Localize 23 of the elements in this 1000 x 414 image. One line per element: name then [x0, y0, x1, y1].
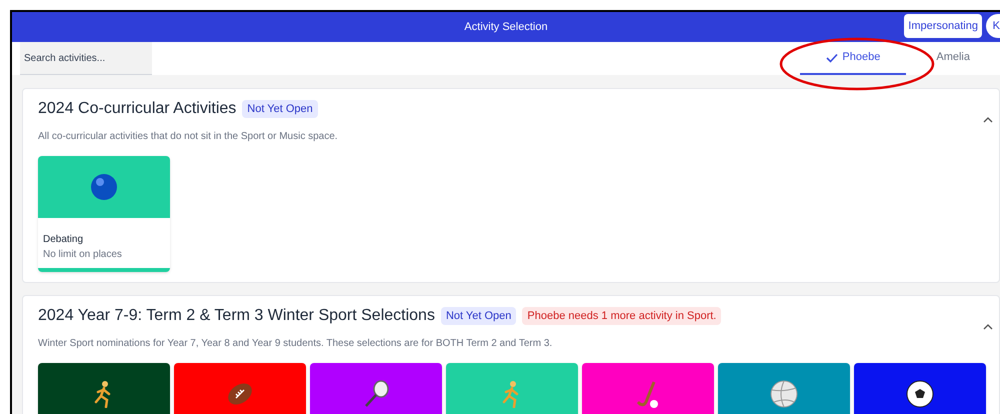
- collapse-icon[interactable]: [983, 324, 993, 330]
- search-field[interactable]: Search activities...: [20, 42, 152, 75]
- soccer-ball-icon: [906, 380, 934, 408]
- status-badge: Phoebe needs 1 more activity in Sport.: [522, 306, 722, 326]
- racket-icon: [362, 380, 390, 408]
- ball-icon: [90, 173, 118, 201]
- user-avatar[interactable]: K: [986, 14, 1000, 38]
- section-description: All co-curricular activities that do not sit in the Sport or Music space.: [38, 130, 339, 144]
- collapse-icon[interactable]: [983, 117, 993, 123]
- volleyball-icon: [770, 380, 798, 408]
- check-icon: [826, 52, 838, 62]
- activity-name: Debating: [43, 233, 84, 247]
- impersonating-button[interactable]: Impersonating: [904, 14, 982, 38]
- status-badge: Not Yet Open: [242, 100, 318, 118]
- section-title: 2024 Co-curricular Activities: [38, 99, 236, 119]
- status-badge: Not Yet Open: [440, 306, 516, 326]
- section-description: Winter Sport nominations for Year 7, Year 8 and Year 9 students. These selections are for BOTH Term 2 and Term 3.: [38, 337, 554, 351]
- window-title: Activity Selection: [464, 20, 548, 35]
- activity-banner[interactable]: [854, 363, 986, 414]
- activity-places: No limit on places: [43, 248, 123, 262]
- activity-tile[interactable]: Debating No limit on places: [38, 156, 170, 272]
- section-title: 2024 Year 7-9: Term 2 & Term 3 Winter Sport Selections: [38, 306, 435, 326]
- person-tab[interactable]: Amelia: [906, 42, 1000, 75]
